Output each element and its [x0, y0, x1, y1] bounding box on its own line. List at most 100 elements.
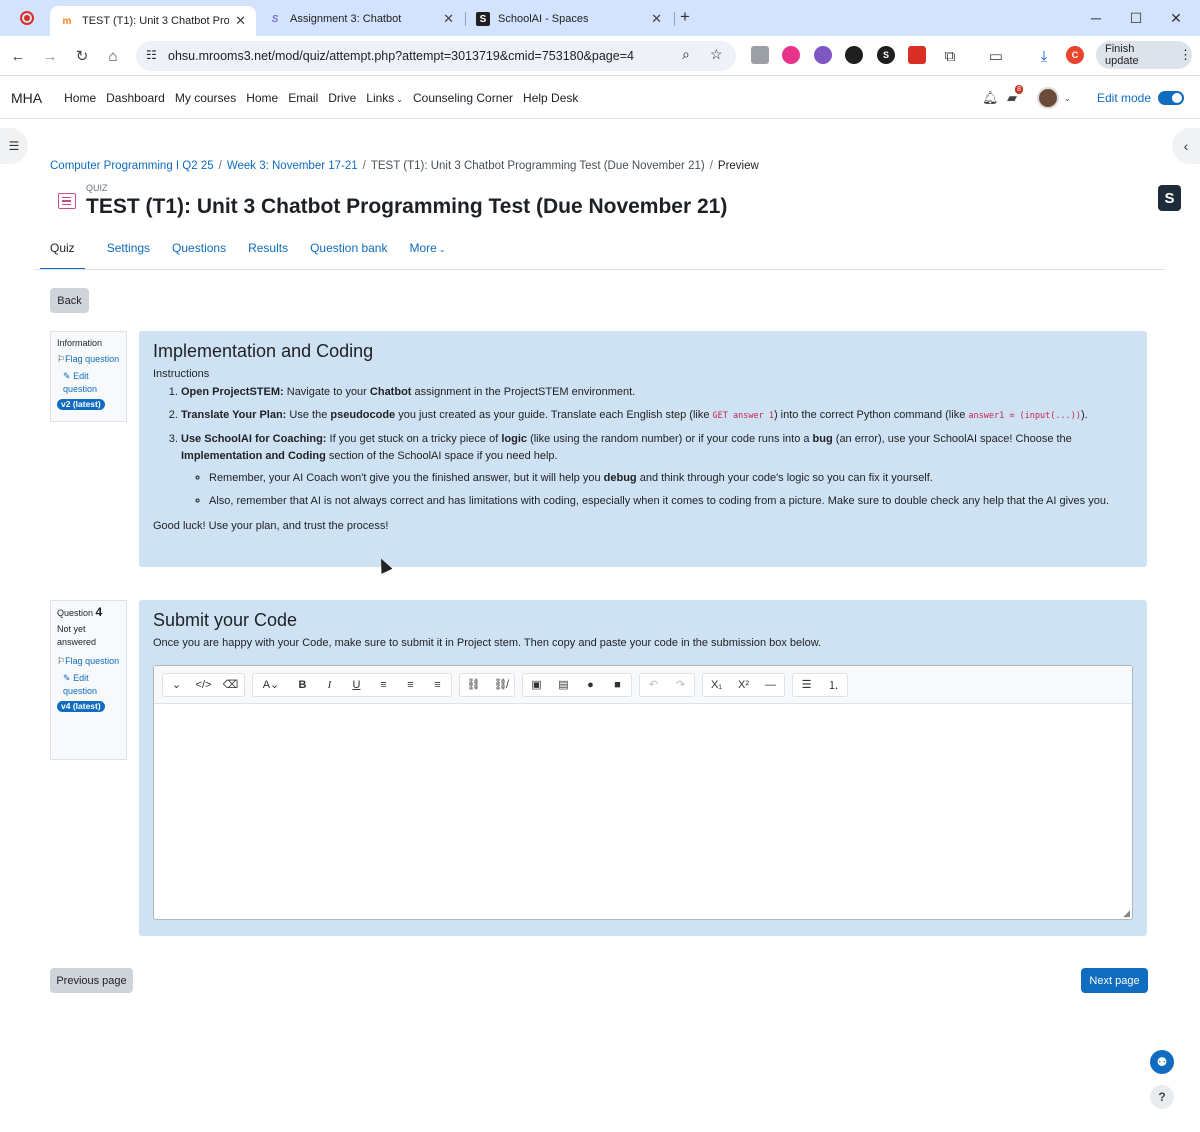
extension-icon-4[interactable]: [845, 46, 863, 64]
tab-questions[interactable]: Questions: [172, 236, 226, 270]
nav-link-my-courses[interactable]: My courses: [175, 91, 236, 105]
italic-icon[interactable]: I: [316, 674, 343, 696]
browser-tab-quiz[interactable]: m TEST (T1): Unit 3 Chatbot Progr ✕: [50, 6, 256, 36]
align-center-icon[interactable]: ≡: [397, 674, 424, 696]
bold-icon[interactable]: B: [289, 674, 316, 696]
block-drawer-toggle[interactable]: ‹: [1172, 128, 1200, 164]
maximize-icon[interactable]: ☐: [1116, 6, 1156, 30]
tab-search-icon[interactable]: ▭: [984, 44, 1008, 68]
image-icon[interactable]: ▣: [523, 674, 550, 696]
question-number: Question 4: [57, 606, 120, 620]
home-icon[interactable]: ⌂: [101, 44, 125, 68]
nav-link-counseling-corner[interactable]: Counseling Corner: [413, 91, 513, 105]
nav-link-email[interactable]: Email: [288, 91, 318, 105]
nav-link-home[interactable]: Home: [64, 91, 96, 105]
extension-icon-1[interactable]: [751, 46, 769, 64]
horizontal-rule-icon[interactable]: —: [757, 674, 784, 696]
editor-toolbar: ⌄ </> ⌫ A⌄ B I U ≡ ≡ ≡ ⛓ ⛓︎̸ ▣ ▤ ● ■ ↶ ↷ X₁ X² — ☰ ⒈: [154, 666, 1132, 704]
source-code-icon[interactable]: </>: [190, 674, 217, 696]
subscript-icon[interactable]: X₁: [703, 674, 730, 696]
redo-icon[interactable]: ↷: [667, 674, 694, 696]
list-item: Open ProjectSTEM: Navigate to your Chatb…: [181, 384, 1133, 401]
finish-update-button[interactable]: Finish update ⋮: [1096, 41, 1192, 69]
address-bar[interactable]: ☷ ohsu.mrooms3.net/mod/quiz/attempt.php?…: [136, 41, 736, 71]
resize-handle-icon[interactable]: ◢: [1123, 908, 1130, 919]
back-arrow-icon[interactable]: ←: [6, 44, 30, 68]
clear-format-icon[interactable]: ⌫: [217, 674, 244, 696]
numbered-list-icon[interactable]: ⒈: [820, 674, 847, 696]
nav-link-drive[interactable]: Drive: [328, 91, 356, 105]
align-right-icon[interactable]: ≡: [424, 674, 451, 696]
close-tab-icon[interactable]: ✕: [235, 13, 246, 29]
help-icon[interactable]: ?: [1150, 1085, 1174, 1109]
close-tab-icon[interactable]: ✕: [651, 11, 662, 27]
site-brand[interactable]: MHA: [11, 90, 42, 106]
nav-link-dashboard[interactable]: Dashboard: [106, 91, 165, 105]
site-navbar: MHA Home Dashboard My courses Home Email…: [0, 77, 1200, 119]
chevron-down-icon[interactable]: ⌄: [1064, 94, 1071, 103]
close-tab-icon[interactable]: ✕: [443, 11, 454, 27]
nav-link-links[interactable]: Links ⌄: [366, 91, 403, 105]
edit-mode-label: Edit mode: [1097, 91, 1152, 105]
profile-avatar[interactable]: C: [1066, 46, 1084, 64]
edit-question-link[interactable]: ✎ Edit question: [57, 672, 120, 698]
tab-settings[interactable]: Settings: [107, 236, 150, 270]
nav-link-home-2[interactable]: Home: [246, 91, 278, 105]
more-tools-chevron-icon[interactable]: ⌄: [163, 674, 190, 696]
superscript-icon[interactable]: X²: [730, 674, 757, 696]
tab-results[interactable]: Results: [248, 236, 288, 270]
breadcrumb-course[interactable]: Computer Programming I Q2 25: [50, 160, 214, 172]
video-icon[interactable]: ■: [604, 674, 631, 696]
extensions-puzzle-icon[interactable]: ⧉: [938, 44, 962, 68]
minimize-icon[interactable]: ─: [1076, 6, 1116, 30]
accessibility-icon[interactable]: ⚉: [1150, 1050, 1174, 1074]
align-left-icon[interactable]: ≡: [370, 674, 397, 696]
bookmark-star-icon[interactable]: ☆: [710, 46, 723, 63]
undo-icon[interactable]: ↶: [640, 674, 667, 696]
breadcrumb-quiz[interactable]: TEST (T1): Unit 3 Chatbot Programming Te…: [371, 160, 705, 172]
bell-icon[interactable]: 🔔︎: [982, 90, 999, 106]
extension-icon-2[interactable]: [782, 46, 800, 64]
record-icon[interactable]: [20, 11, 34, 25]
schoolai-launcher-icon[interactable]: S: [1158, 185, 1181, 211]
link-icon[interactable]: ⛓: [460, 674, 487, 696]
list-item: Remember, your AI Coach won't give you t…: [209, 470, 1133, 487]
tab-title: TEST (T1): Unit 3 Chatbot Progr: [82, 15, 230, 27]
extension-icon-5[interactable]: S: [877, 46, 895, 64]
close-window-icon[interactable]: ✕: [1156, 6, 1196, 30]
tab-question-bank[interactable]: Question bank: [310, 236, 387, 270]
user-avatar[interactable]: [1037, 87, 1059, 109]
breadcrumb-week[interactable]: Week 3: November 17-21: [227, 160, 358, 172]
unlink-icon[interactable]: ⛓︎̸: [487, 674, 514, 696]
reload-icon[interactable]: ↻: [70, 44, 94, 68]
next-page-button[interactable]: Next page: [1081, 968, 1148, 993]
media-icon[interactable]: ▤: [550, 674, 577, 696]
download-icon[interactable]: ⤓: [1032, 44, 1056, 68]
version-badge: v4 (latest): [57, 701, 105, 712]
site-info-icon[interactable]: ☷: [146, 48, 157, 62]
previous-page-button[interactable]: Previous page: [50, 968, 133, 993]
new-tab-button[interactable]: +: [680, 7, 690, 27]
answer-textarea[interactable]: ◢: [154, 704, 1132, 919]
course-index-toggle[interactable]: ☰: [0, 128, 28, 164]
zoom-icon[interactable]: ⌕: [682, 46, 690, 63]
edit-question-link[interactable]: ✎ Edit question: [57, 370, 120, 396]
nav-link-help-desk[interactable]: Help Desk: [523, 91, 578, 105]
menu-dots-icon[interactable]: ⋮: [1179, 47, 1192, 63]
tab-quiz[interactable]: Quiz: [40, 236, 85, 270]
edit-mode-toggle[interactable]: [1158, 91, 1185, 105]
flag-question-link[interactable]: ⚐Flag question: [57, 353, 120, 366]
tab-more[interactable]: More ⌄: [409, 236, 445, 270]
forward-arrow-icon[interactable]: →: [38, 44, 62, 68]
underline-icon[interactable]: U: [343, 674, 370, 696]
flag-question-link[interactable]: ⚐Flag question: [57, 655, 120, 668]
bullet-list-icon[interactable]: ☰: [793, 674, 820, 696]
microphone-icon[interactable]: ●: [577, 674, 604, 696]
back-button[interactable]: Back: [50, 288, 89, 313]
browser-tab-assignment[interactable]: S Assignment 3: Chatbot ✕: [258, 6, 464, 32]
browser-tab-schoolai[interactable]: S SchoolAI - Spaces ✕: [466, 6, 672, 32]
extension-icon-6[interactable]: [908, 46, 926, 64]
extension-icon-3[interactable]: [814, 46, 832, 64]
messages-icon[interactable]: ▰ 8: [1007, 85, 1023, 106]
font-size-icon[interactable]: A⌄: [253, 674, 289, 696]
